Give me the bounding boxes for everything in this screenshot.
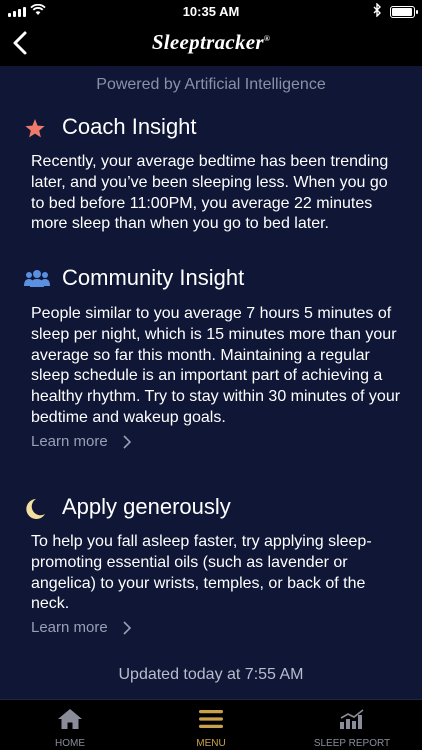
battery-icon <box>390 6 418 18</box>
bluetooth-icon <box>373 3 381 17</box>
section-body: To help you fall asleep faster, try appl… <box>31 533 372 613</box>
tab-home[interactable]: HOME <box>0 700 140 750</box>
section-body: Recently, your average bedtime has been … <box>31 153 389 233</box>
tab-label: HOME <box>55 738 85 749</box>
brand-logo: Sleeptracker® <box>151 30 271 54</box>
tab-menu[interactable]: MENU <box>141 700 281 750</box>
star-icon <box>25 119 45 138</box>
community-icon <box>24 270 50 287</box>
coach-insight-section: Coach Insight Recently, your average bed… <box>0 114 422 244</box>
app-header: 10:35 AM Sleeptracker® <box>0 0 422 66</box>
section-title: Coach Insight <box>62 114 197 139</box>
status-bar: 10:35 AM <box>0 0 422 24</box>
chevron-right-icon <box>123 620 131 635</box>
sleep-report-icon <box>340 709 364 729</box>
tip-section: Apply generously To help you fall asleep… <box>0 494 422 644</box>
powered-by-text: Powered by Artificial Intelligence <box>96 76 326 93</box>
community-insight-section: Community Insight People similar to you … <box>0 265 422 460</box>
updated-timestamp: Updated today at 7:55 AM <box>118 666 304 683</box>
tab-label: SLEEP REPORT <box>313 738 391 749</box>
home-icon <box>58 709 82 729</box>
tab-label: MENU <box>196 738 226 749</box>
section-title: Apply generously <box>62 494 231 519</box>
learn-more-label: Learn more <box>31 433 108 450</box>
learn-more-link[interactable]: Learn more <box>31 619 132 636</box>
section-title: Community Insight <box>62 265 245 290</box>
tab-sleep-report[interactable]: SLEEP REPORT <box>282 700 422 750</box>
moon-icon <box>26 499 45 519</box>
chevron-right-icon <box>123 434 131 449</box>
status-time: 10:35 AM <box>182 4 240 19</box>
section-body: People similar to you average 7 hours 5 … <box>31 305 401 426</box>
menu-icon <box>199 710 223 728</box>
learn-more-link[interactable]: Learn more <box>31 433 132 450</box>
learn-more-label: Learn more <box>31 619 108 636</box>
tab-bar: HOME MENU SLEEP REPORT <box>0 699 422 750</box>
